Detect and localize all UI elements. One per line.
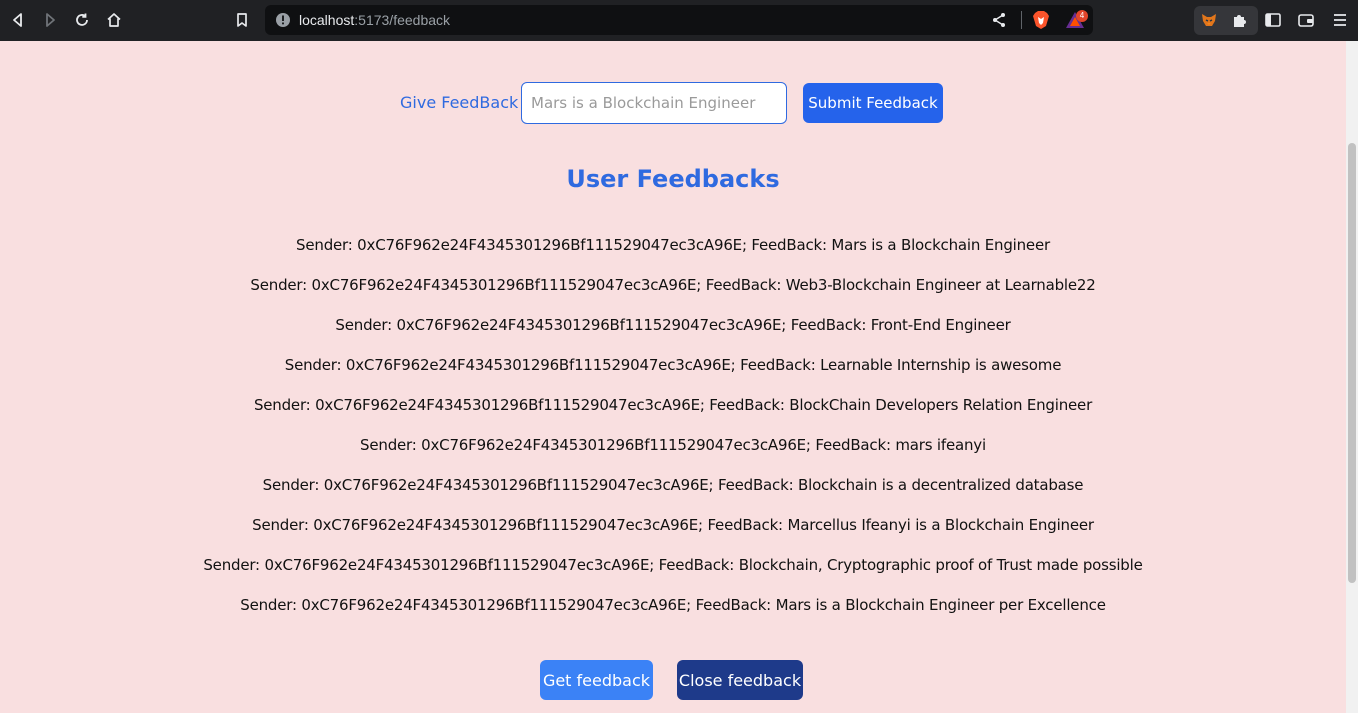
submit-feedback-button[interactable]: Submit Feedback	[803, 83, 943, 123]
user-feedbacks-heading: User Feedbacks	[566, 165, 780, 193]
sidebar-toggle-icon[interactable]	[1263, 10, 1283, 30]
share-icon[interactable]	[991, 12, 1007, 28]
extensions-puzzle-icon[interactable]	[1230, 10, 1250, 30]
feedback-item: Sender: 0xC76F962e24F4345301296Bf1115290…	[252, 516, 1094, 534]
back-arrow-icon[interactable]	[8, 10, 28, 30]
feedback-input[interactable]	[521, 82, 787, 124]
close-feedback-button[interactable]: Close feedback	[677, 660, 803, 700]
page-scrollbar[interactable]	[1346, 41, 1358, 713]
feedback-item: Sender: 0xC76F962e24F4345301296Bf1115290…	[250, 276, 1096, 294]
feedback-item: Sender: 0xC76F962e24F4345301296Bf1115290…	[360, 436, 986, 454]
feedback-item: Sender: 0xC76F962e24F4345301296Bf1115290…	[203, 556, 1143, 574]
wallet-icon[interactable]	[1296, 10, 1316, 30]
feedback-item: Sender: 0xC76F962e24F4345301296Bf1115290…	[284, 356, 1062, 374]
url-text[interactable]: localhost:5173/feedback	[299, 12, 450, 28]
feedback-item: Sender: 0xC76F962e24F4345301296Bf1115290…	[253, 396, 1093, 414]
brave-shields-icon[interactable]	[1032, 10, 1050, 30]
address-bar-divider	[1021, 11, 1022, 29]
get-feedback-button[interactable]: Get feedback	[540, 660, 653, 700]
site-info-icon[interactable]	[275, 12, 291, 28]
feedback-item: Sender: 0xC76F962e24F4345301296Bf1115290…	[296, 236, 1050, 254]
rewards-badge: 4	[1076, 10, 1088, 22]
browser-toolbar: localhost:5173/feedback 4	[0, 0, 1358, 41]
reload-icon[interactable]	[72, 10, 92, 30]
extensions-area	[1194, 6, 1258, 35]
feedback-list: Sender: 0xC76F962e24F4345301296Bf1115290…	[0, 236, 1346, 636]
feedback-item: Sender: 0xC76F962e24F4345301296Bf1115290…	[240, 596, 1106, 614]
home-icon[interactable]	[104, 10, 124, 30]
feedback-item: Sender: 0xC76F962e24F4345301296Bf1115290…	[262, 476, 1084, 494]
url-host: localhost	[299, 12, 355, 28]
bookmark-icon[interactable]	[232, 10, 252, 30]
menu-icon[interactable]	[1330, 10, 1350, 30]
give-feedback-label: Give FeedBack	[400, 93, 519, 112]
address-bar[interactable]: localhost:5173/feedback 4	[265, 5, 1093, 35]
url-path: :5173/feedback	[354, 12, 451, 28]
feedback-item: Sender: 0xC76F962e24F4345301296Bf1115290…	[335, 316, 1011, 334]
forward-arrow-icon[interactable]	[40, 10, 60, 30]
scrollbar-thumb[interactable]	[1348, 143, 1356, 583]
metamask-fox-icon[interactable]	[1199, 10, 1219, 30]
